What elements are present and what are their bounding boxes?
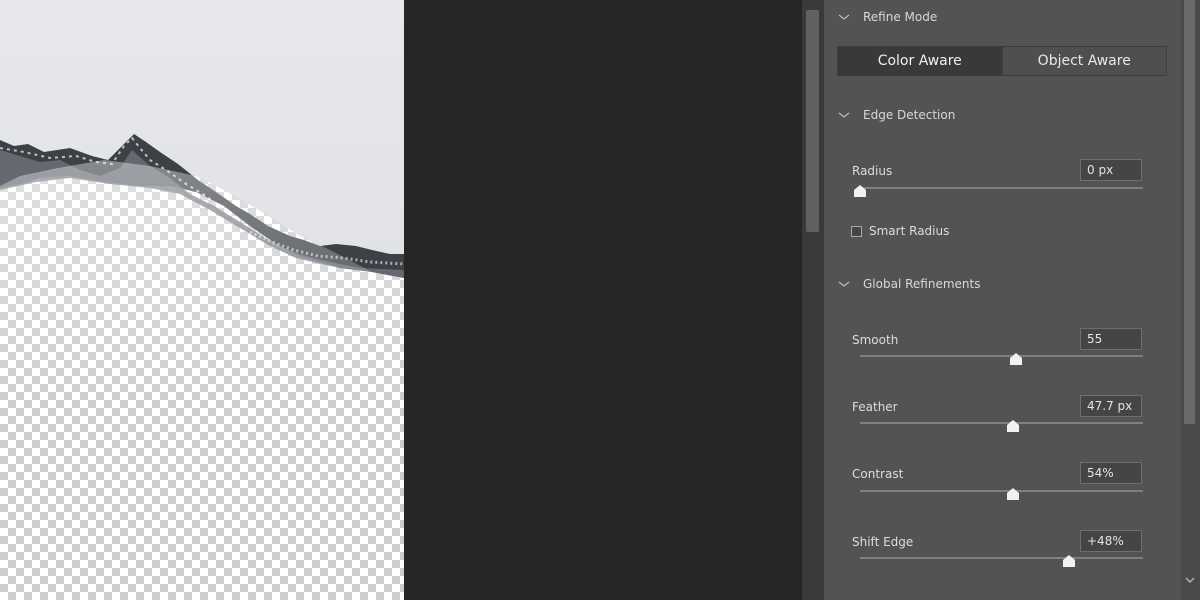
contrast-slider-handle[interactable]	[1006, 488, 1019, 500]
panel-scrollbar[interactable]	[1181, 0, 1200, 600]
shift-edge-slider-handle[interactable]	[1063, 555, 1076, 567]
section-title: Refine Mode	[863, 10, 938, 24]
smart-radius-checkbox[interactable]: Smart Radius	[851, 224, 949, 238]
radius-label: Radius	[852, 164, 893, 178]
contrast-input[interactable]: 54%	[1080, 462, 1142, 484]
chevron-down-icon	[838, 14, 850, 20]
mountain-image	[0, 0, 404, 420]
smooth-label: Smooth	[852, 333, 899, 347]
refine-mode-toggle: Color Aware Object Aware	[837, 46, 1167, 76]
object-aware-button[interactable]: Object Aware	[1001, 47, 1166, 75]
canvas-scrollbar[interactable]	[802, 0, 824, 600]
radius-input[interactable]: 0 px	[1080, 159, 1142, 181]
smooth-slider-track[interactable]	[860, 355, 1143, 357]
contrast-slider-track[interactable]	[860, 490, 1143, 492]
section-title: Global Refinements	[863, 277, 981, 291]
feather-label: Feather	[852, 400, 898, 414]
feather-slider-handle[interactable]	[1006, 420, 1019, 432]
scrollbar-thumb[interactable]	[1184, 0, 1195, 424]
smooth-slider-handle[interactable]	[1009, 353, 1022, 365]
chevron-down-icon	[838, 281, 850, 287]
chevron-down-icon[interactable]	[1184, 574, 1196, 586]
smooth-input[interactable]: 55	[1080, 328, 1142, 350]
refine-mode-header[interactable]: Refine Mode	[836, 10, 937, 24]
feather-slider-track[interactable]	[860, 422, 1143, 424]
chevron-down-icon	[838, 112, 850, 118]
radius-slider-handle[interactable]	[854, 185, 866, 197]
global-refinements-header[interactable]: Global Refinements	[836, 277, 980, 291]
shift-edge-label: Shift Edge	[852, 535, 914, 549]
smart-radius-label: Smart Radius	[869, 224, 950, 238]
scrollbar-thumb[interactable]	[806, 10, 819, 232]
refine-properties-panel: Refine Mode Color Aware Object Aware Edg…	[824, 0, 1181, 600]
section-title: Edge Detection	[863, 108, 956, 122]
canvas-preview[interactable]	[0, 0, 404, 600]
contrast-label: Contrast	[852, 467, 904, 481]
radius-slider-track[interactable]	[860, 187, 1143, 189]
feather-input[interactable]: 47.7 px	[1080, 395, 1142, 417]
edge-detection-header[interactable]: Edge Detection	[836, 108, 955, 122]
workspace-background	[404, 0, 802, 600]
shift-edge-slider-track[interactable]	[860, 557, 1143, 559]
shift-edge-input[interactable]: +48%	[1080, 530, 1142, 552]
checkbox-box[interactable]	[851, 225, 862, 237]
color-aware-button[interactable]: Color Aware	[838, 47, 1002, 75]
